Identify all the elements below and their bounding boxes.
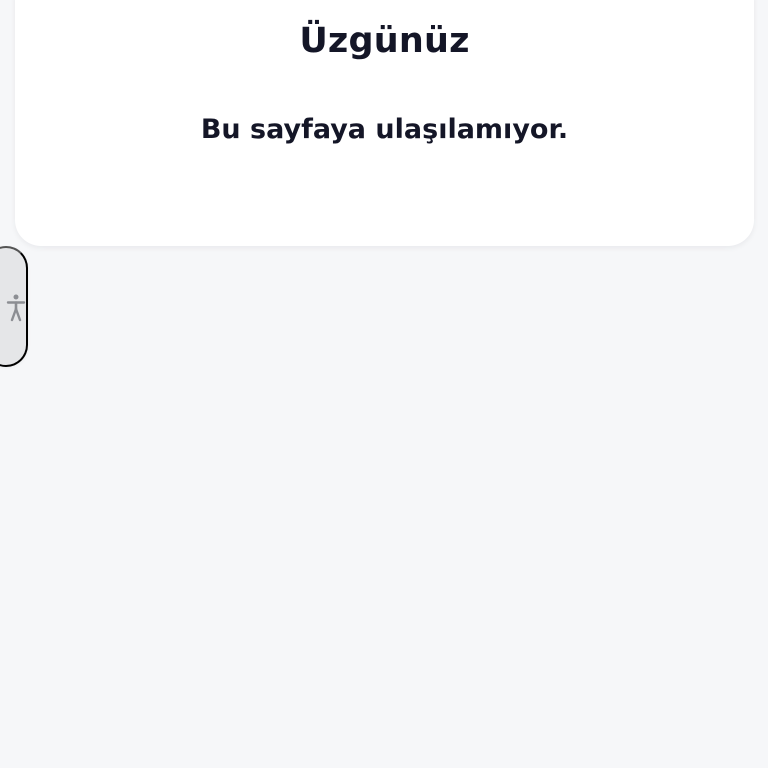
error-card: Üzgünüz Bu sayfaya ulaşılamıyor. (15, 0, 754, 246)
error-title: Üzgünüz (299, 21, 470, 61)
error-page: Üzgünüz Bu sayfaya ulaşılamıyor. (0, 0, 768, 768)
accessibility-person-icon (6, 294, 26, 322)
accessibility-menu-button[interactable] (0, 246, 28, 367)
error-message: Bu sayfaya ulaşılamıyor. (200, 114, 569, 145)
